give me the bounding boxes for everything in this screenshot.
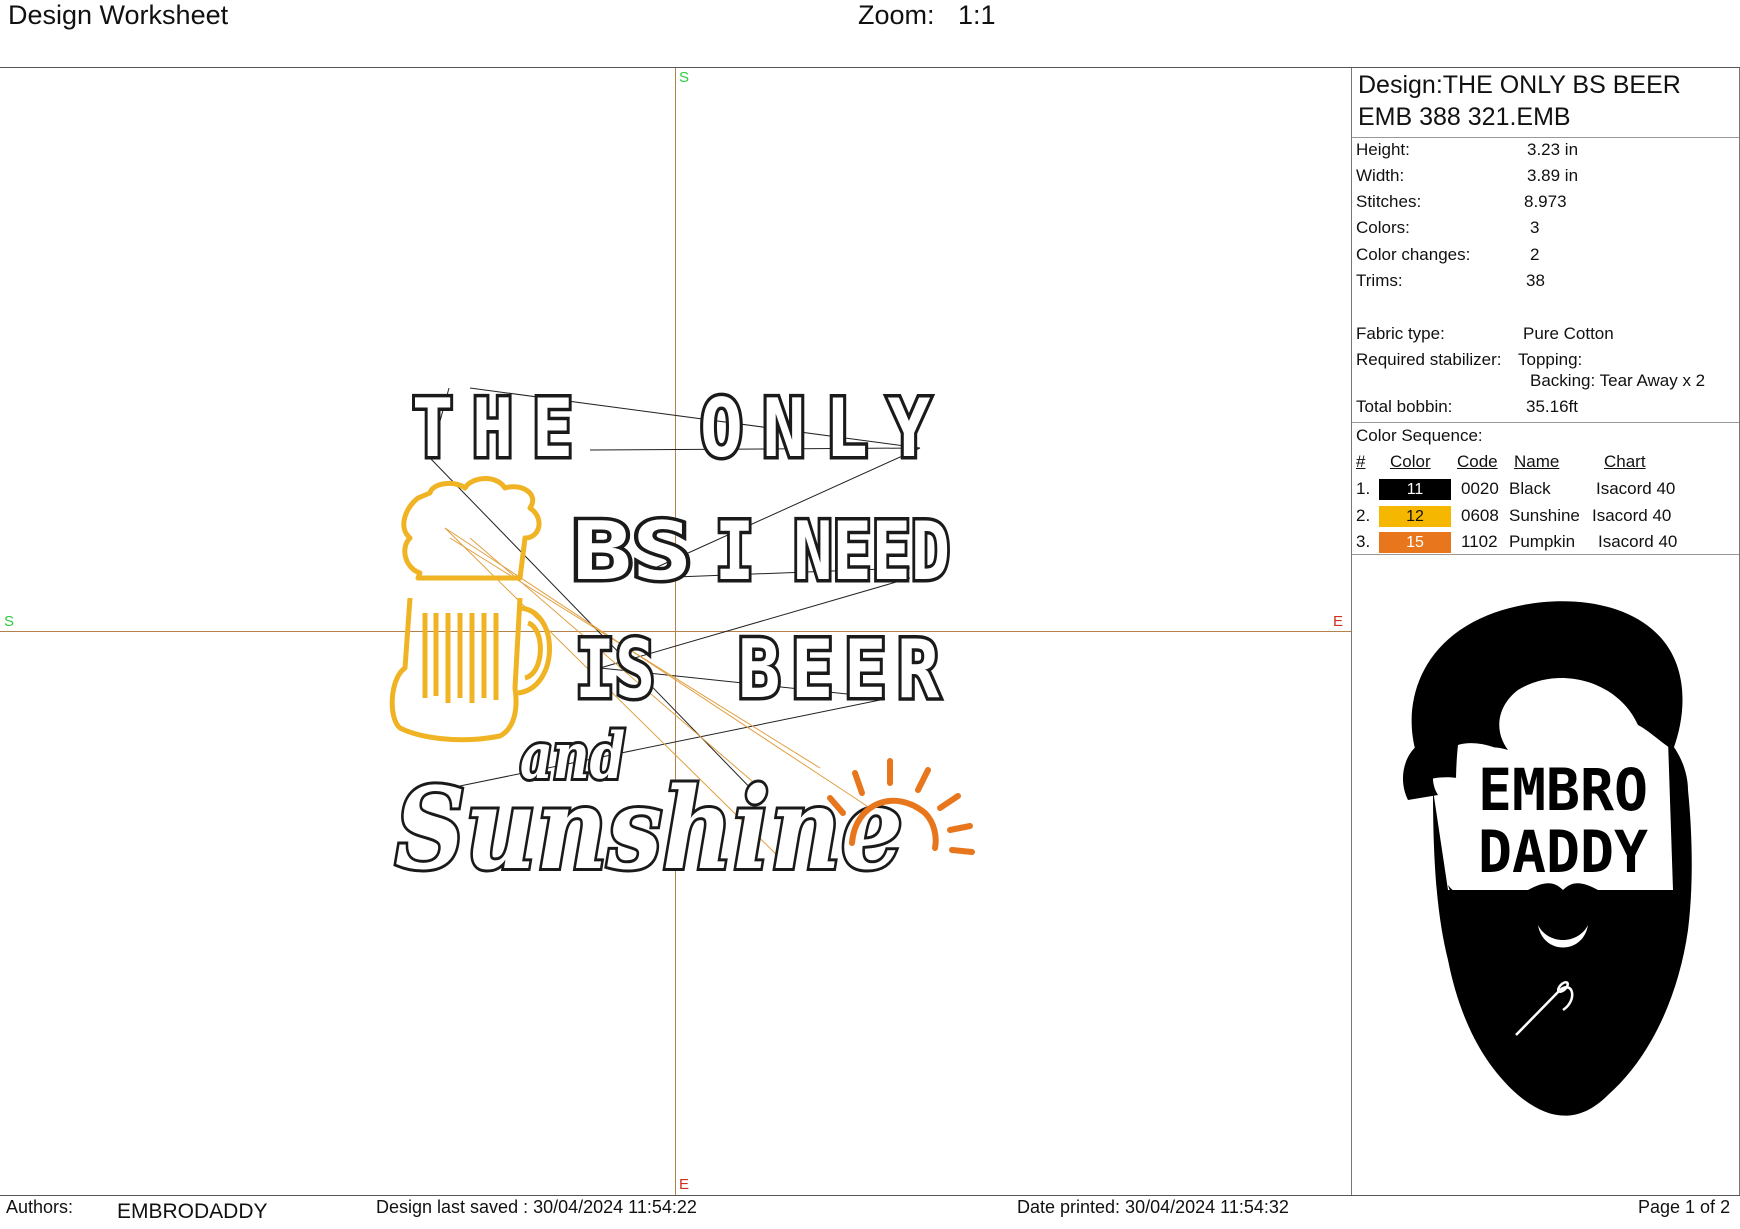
width-label: Width: bbox=[1356, 166, 1405, 185]
thread-name: Black bbox=[1509, 479, 1551, 498]
colors-label: Colors: bbox=[1356, 218, 1410, 237]
beer-mug-motif bbox=[389, 476, 552, 743]
design-word-bs: BS bbox=[572, 505, 692, 598]
stitches-label: Stitches: bbox=[1356, 192, 1422, 211]
authors-label: Authors: bbox=[6, 1197, 74, 1217]
sequence-number: 3. bbox=[1356, 532, 1371, 551]
bobbin-label: Total bobbin: bbox=[1356, 397, 1453, 416]
design-word-only: ONLY bbox=[700, 382, 950, 475]
thread-code: 0608 bbox=[1461, 506, 1499, 525]
bobbin-value: 35.16ft bbox=[1526, 397, 1578, 416]
stitches-value: 8.973 bbox=[1524, 192, 1567, 211]
authors-value: EMBRODADDY bbox=[117, 1200, 268, 1223]
thread-chart: Isacord 40 bbox=[1592, 506, 1672, 525]
color-sequence-row[interactable]: 1. 11 0020 Black Isacord 40 bbox=[1352, 478, 1739, 502]
page-indicator: Page 1 of 2 bbox=[1638, 1197, 1731, 1217]
design-word-is: IS bbox=[575, 623, 655, 716]
sequence-header-color: Color bbox=[1390, 452, 1431, 471]
trims-label: Trims: bbox=[1356, 271, 1403, 290]
logo-text-daddy: DADDY bbox=[1478, 818, 1648, 886]
color-swatch: 12 bbox=[1379, 506, 1451, 527]
stabilizer-label: Required stabilizer: bbox=[1356, 350, 1502, 369]
thread-name: Pumpkin bbox=[1509, 532, 1576, 551]
trims-value: 38 bbox=[1526, 271, 1545, 290]
design-word-sunshine: Sunshine bbox=[395, 764, 903, 895]
stabilizer-topping: Topping: bbox=[1518, 350, 1583, 369]
color-swatch: 11 bbox=[1379, 479, 1451, 500]
panel-divider bbox=[1351, 68, 1352, 1195]
thread-chart: Isacord 40 bbox=[1598, 532, 1678, 551]
design-word-beer: BEER bbox=[738, 623, 950, 716]
sequence-number: 2. bbox=[1356, 506, 1371, 525]
sequence-header-name: Name bbox=[1514, 452, 1560, 471]
width-value: 3.89 in bbox=[1527, 166, 1579, 185]
colors-value: 3 bbox=[1530, 218, 1540, 237]
divider bbox=[1352, 422, 1739, 423]
color-changes-value: 2 bbox=[1530, 245, 1540, 264]
divider bbox=[1352, 137, 1739, 138]
worksheet-title: Design Worksheet bbox=[8, 0, 229, 30]
date-printed: Date printed: 30/04/2024 11:54:32 bbox=[1017, 1197, 1289, 1217]
fabric-label: Fabric type: bbox=[1356, 324, 1445, 343]
sequence-header-code: Code bbox=[1457, 452, 1498, 471]
color-sequence-title: Color Sequence: bbox=[1356, 426, 1483, 445]
design-word-i-need: I NEED bbox=[715, 505, 950, 598]
design-name: Design:THE ONLY BS BEER bbox=[1358, 71, 1681, 99]
sequence-header-num: # bbox=[1356, 452, 1366, 471]
color-changes-label: Color changes: bbox=[1356, 245, 1471, 264]
color-sequence-row[interactable]: 3. 15 1102 Pumpkin Isacord 40 bbox=[1352, 531, 1739, 555]
sequence-header-chart: Chart bbox=[1604, 452, 1646, 471]
thread-chart: Isacord 40 bbox=[1596, 479, 1676, 498]
height-value: 3.23 in bbox=[1527, 140, 1579, 159]
design-canvas[interactable]: S S E E THE ONLY BS I NEED IS BEER and S… bbox=[0, 68, 1351, 1195]
stabilizer-backing: Backing: Tear Away x 2 bbox=[1530, 371, 1706, 390]
sequence-number: 1. bbox=[1356, 479, 1371, 498]
worksheet-footer: Authors: EMBRODADDY Design last saved : … bbox=[0, 1197, 1740, 1229]
title-bar: Design Worksheet Zoom: 1:1 bbox=[0, 0, 1740, 66]
design-word-the: THE bbox=[412, 382, 592, 475]
thread-code: 0020 bbox=[1461, 479, 1499, 498]
embroidery-design: THE ONLY BS I NEED IS BEER and Sunshine bbox=[389, 379, 975, 898]
embro-daddy-logo: EMBRO DADDY bbox=[1402, 601, 1692, 1116]
fabric-value: Pure Cotton bbox=[1523, 324, 1614, 343]
logo-text-embro: EMBRO bbox=[1478, 756, 1648, 824]
color-sequence-row[interactable]: 2. 12 0608 Sunshine Isacord 40 bbox=[1352, 505, 1739, 529]
script-lettering: and Sunshine bbox=[392, 716, 906, 898]
block-lettering: THE ONLY BS I NEED IS BEER bbox=[409, 379, 954, 720]
thread-code: 1102 bbox=[1461, 532, 1498, 551]
design-filename: EMB 388 321.EMB bbox=[1358, 103, 1571, 131]
divider bbox=[1352, 554, 1739, 555]
zoom-label: Zoom: bbox=[858, 0, 935, 30]
thread-name: Sunshine bbox=[1509, 506, 1580, 525]
color-swatch: 15 bbox=[1379, 532, 1451, 553]
last-saved: Design last saved : 30/04/2024 11:54:22 bbox=[376, 1197, 697, 1217]
zoom-value[interactable]: 1:1 bbox=[958, 0, 996, 31]
height-label: Height: bbox=[1356, 140, 1410, 159]
